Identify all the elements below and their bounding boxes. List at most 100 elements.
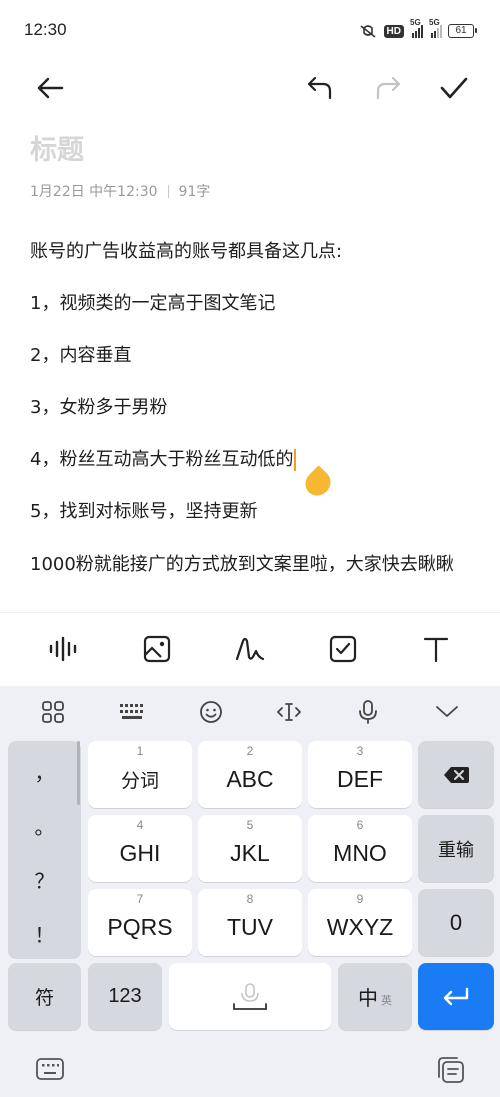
- key-label: 重输: [438, 839, 474, 861]
- microphone-icon: [359, 700, 377, 724]
- note-line: 2，内容垂直: [30, 345, 132, 366]
- space-key[interactable]: [169, 963, 331, 1030]
- punct-question[interactable]: ？: [8, 865, 81, 894]
- voice-button[interactable]: [44, 629, 84, 669]
- reenter-key[interactable]: 重输: [418, 815, 494, 882]
- image-icon: [144, 635, 171, 662]
- key-number: 1: [136, 744, 144, 758]
- key-label: WXYZ: [326, 914, 394, 940]
- note-line: 1000粉就能接广的方式放到文案里啦，大家快去瞅瞅: [30, 554, 454, 575]
- network-label: 5G: [410, 18, 421, 27]
- enter-icon: [443, 987, 469, 1005]
- note-line: 3，女粉多于男粉: [30, 397, 168, 418]
- redo-button[interactable]: [370, 70, 406, 106]
- key-label: 符: [34, 987, 54, 1009]
- key-9[interactable]: 9 WXYZ: [308, 889, 412, 956]
- mute-icon: [360, 25, 376, 38]
- checkbox-icon: [329, 635, 356, 662]
- punct-comma[interactable]: ，: [8, 757, 81, 786]
- language-switch-key[interactable]: 中 英: [338, 963, 412, 1030]
- key-1[interactable]: 1 分词: [88, 741, 192, 808]
- key-label: JKL: [230, 840, 270, 866]
- key-number: 9: [356, 892, 364, 906]
- clipboard-button[interactable]: [434, 1054, 466, 1086]
- cursor-move-button[interactable]: [273, 696, 305, 728]
- keyboard-menu-button[interactable]: [37, 696, 69, 728]
- clipboard-icon: [438, 1057, 464, 1083]
- note-word-count: 91字: [178, 184, 211, 200]
- key-label: ABC: [226, 766, 274, 792]
- redo-icon: [376, 76, 401, 100]
- note-line: 1，视频类的一定高于图文笔记: [30, 293, 276, 314]
- hd-badge: HD: [383, 24, 404, 38]
- signal-icon-2: 5G: [429, 18, 442, 38]
- checklist-button[interactable]: [323, 629, 363, 669]
- key-number: 4: [136, 818, 144, 832]
- key-label: DEF: [337, 766, 383, 792]
- signal-icon: 5G: [410, 18, 423, 38]
- key-label: PQRS: [107, 914, 173, 940]
- key-number: 2: [246, 744, 254, 758]
- key-5[interactable]: 5 JKL: [198, 815, 302, 882]
- enter-key[interactable]: [418, 963, 494, 1030]
- key-label: TUV: [227, 914, 273, 940]
- text-format-button[interactable]: [416, 629, 456, 669]
- grid-menu-icon: [42, 701, 65, 723]
- key-3[interactable]: 3 DEF: [308, 741, 412, 808]
- note-line: 5，找到对标账号，坚持更新: [30, 501, 258, 522]
- keyboard-layout-button[interactable]: [116, 696, 148, 728]
- key-4[interactable]: 4 GHI: [88, 815, 192, 882]
- check-icon: [440, 77, 468, 99]
- punct-period[interactable]: 。: [8, 811, 81, 840]
- key-label: 分词: [120, 770, 159, 792]
- status-time: 12:30: [24, 20, 67, 39]
- key-7[interactable]: 7 PQRS: [88, 889, 192, 956]
- voice-wave-icon: [50, 636, 77, 661]
- status-icons: HD 5G 5G 61: [358, 18, 477, 41]
- key-label: 0: [449, 909, 463, 935]
- backspace-key[interactable]: [418, 741, 494, 808]
- text-format-icon: [423, 637, 448, 662]
- key-number: 5: [246, 818, 254, 832]
- punctuation-scrollbar[interactable]: [77, 741, 80, 805]
- meta-divider: [167, 184, 169, 198]
- punctuation-list[interactable]: ， 。 ？ ！: [8, 741, 81, 959]
- key-2[interactable]: 2 ABC: [198, 741, 302, 808]
- note-title-input[interactable]: 标题: [30, 128, 84, 167]
- key-0[interactable]: 0: [418, 889, 494, 956]
- lang-en-label: 英: [381, 993, 392, 1007]
- undo-button[interactable]: [302, 70, 338, 106]
- emoji-button[interactable]: [195, 696, 227, 728]
- note-line-with-cursor: 4，粉丝互动高大于粉丝互动低的: [30, 444, 480, 496]
- key-number: 3: [356, 744, 364, 758]
- status-bar: 12:30 HD 5G 5G 61: [0, 0, 500, 60]
- lang-cn-label: 中: [358, 986, 378, 1010]
- hide-keyboard-button[interactable]: [431, 696, 463, 728]
- undo-icon: [307, 76, 332, 100]
- insert-image-button[interactable]: [137, 629, 177, 669]
- keyboard-toolbar: [0, 686, 500, 738]
- keyboard: ， 。 ？ ！ 1 分词 2 ABC 3 DEF 4 GHI 5 JKL 6 M…: [0, 686, 500, 1097]
- key-number: 8: [246, 892, 254, 906]
- keyboard-switch-icon: [36, 1058, 64, 1080]
- format-bar: [0, 612, 500, 684]
- key-label: MNO: [333, 840, 387, 866]
- handwriting-icon: [235, 637, 265, 660]
- editor-toolbar: [0, 60, 500, 116]
- note-meta: 1月22日 中午12:30 91字: [30, 181, 210, 201]
- handwriting-button[interactable]: [230, 629, 270, 669]
- note-date: 1月22日 中午12:30: [30, 184, 158, 200]
- switch-keyboard-button[interactable]: [34, 1054, 66, 1086]
- emoji-icon: [199, 701, 222, 723]
- numeric-key[interactable]: 123: [88, 963, 162, 1030]
- symbol-key[interactable]: 符: [8, 963, 81, 1030]
- key-8[interactable]: 8 TUV: [198, 889, 302, 956]
- key-6[interactable]: 6 MNO: [308, 815, 412, 882]
- note-body[interactable]: 账号的广告收益高的账号都具备这几点: 1，视频类的一定高于图文笔记 2，内容垂直…: [30, 236, 480, 600]
- done-button[interactable]: [436, 70, 472, 106]
- voice-input-button[interactable]: [352, 696, 384, 728]
- arrow-left-icon: [37, 77, 64, 99]
- cursor-move-icon: [277, 703, 302, 721]
- back-button[interactable]: [32, 70, 68, 106]
- punct-exclamation[interactable]: ！: [8, 919, 81, 948]
